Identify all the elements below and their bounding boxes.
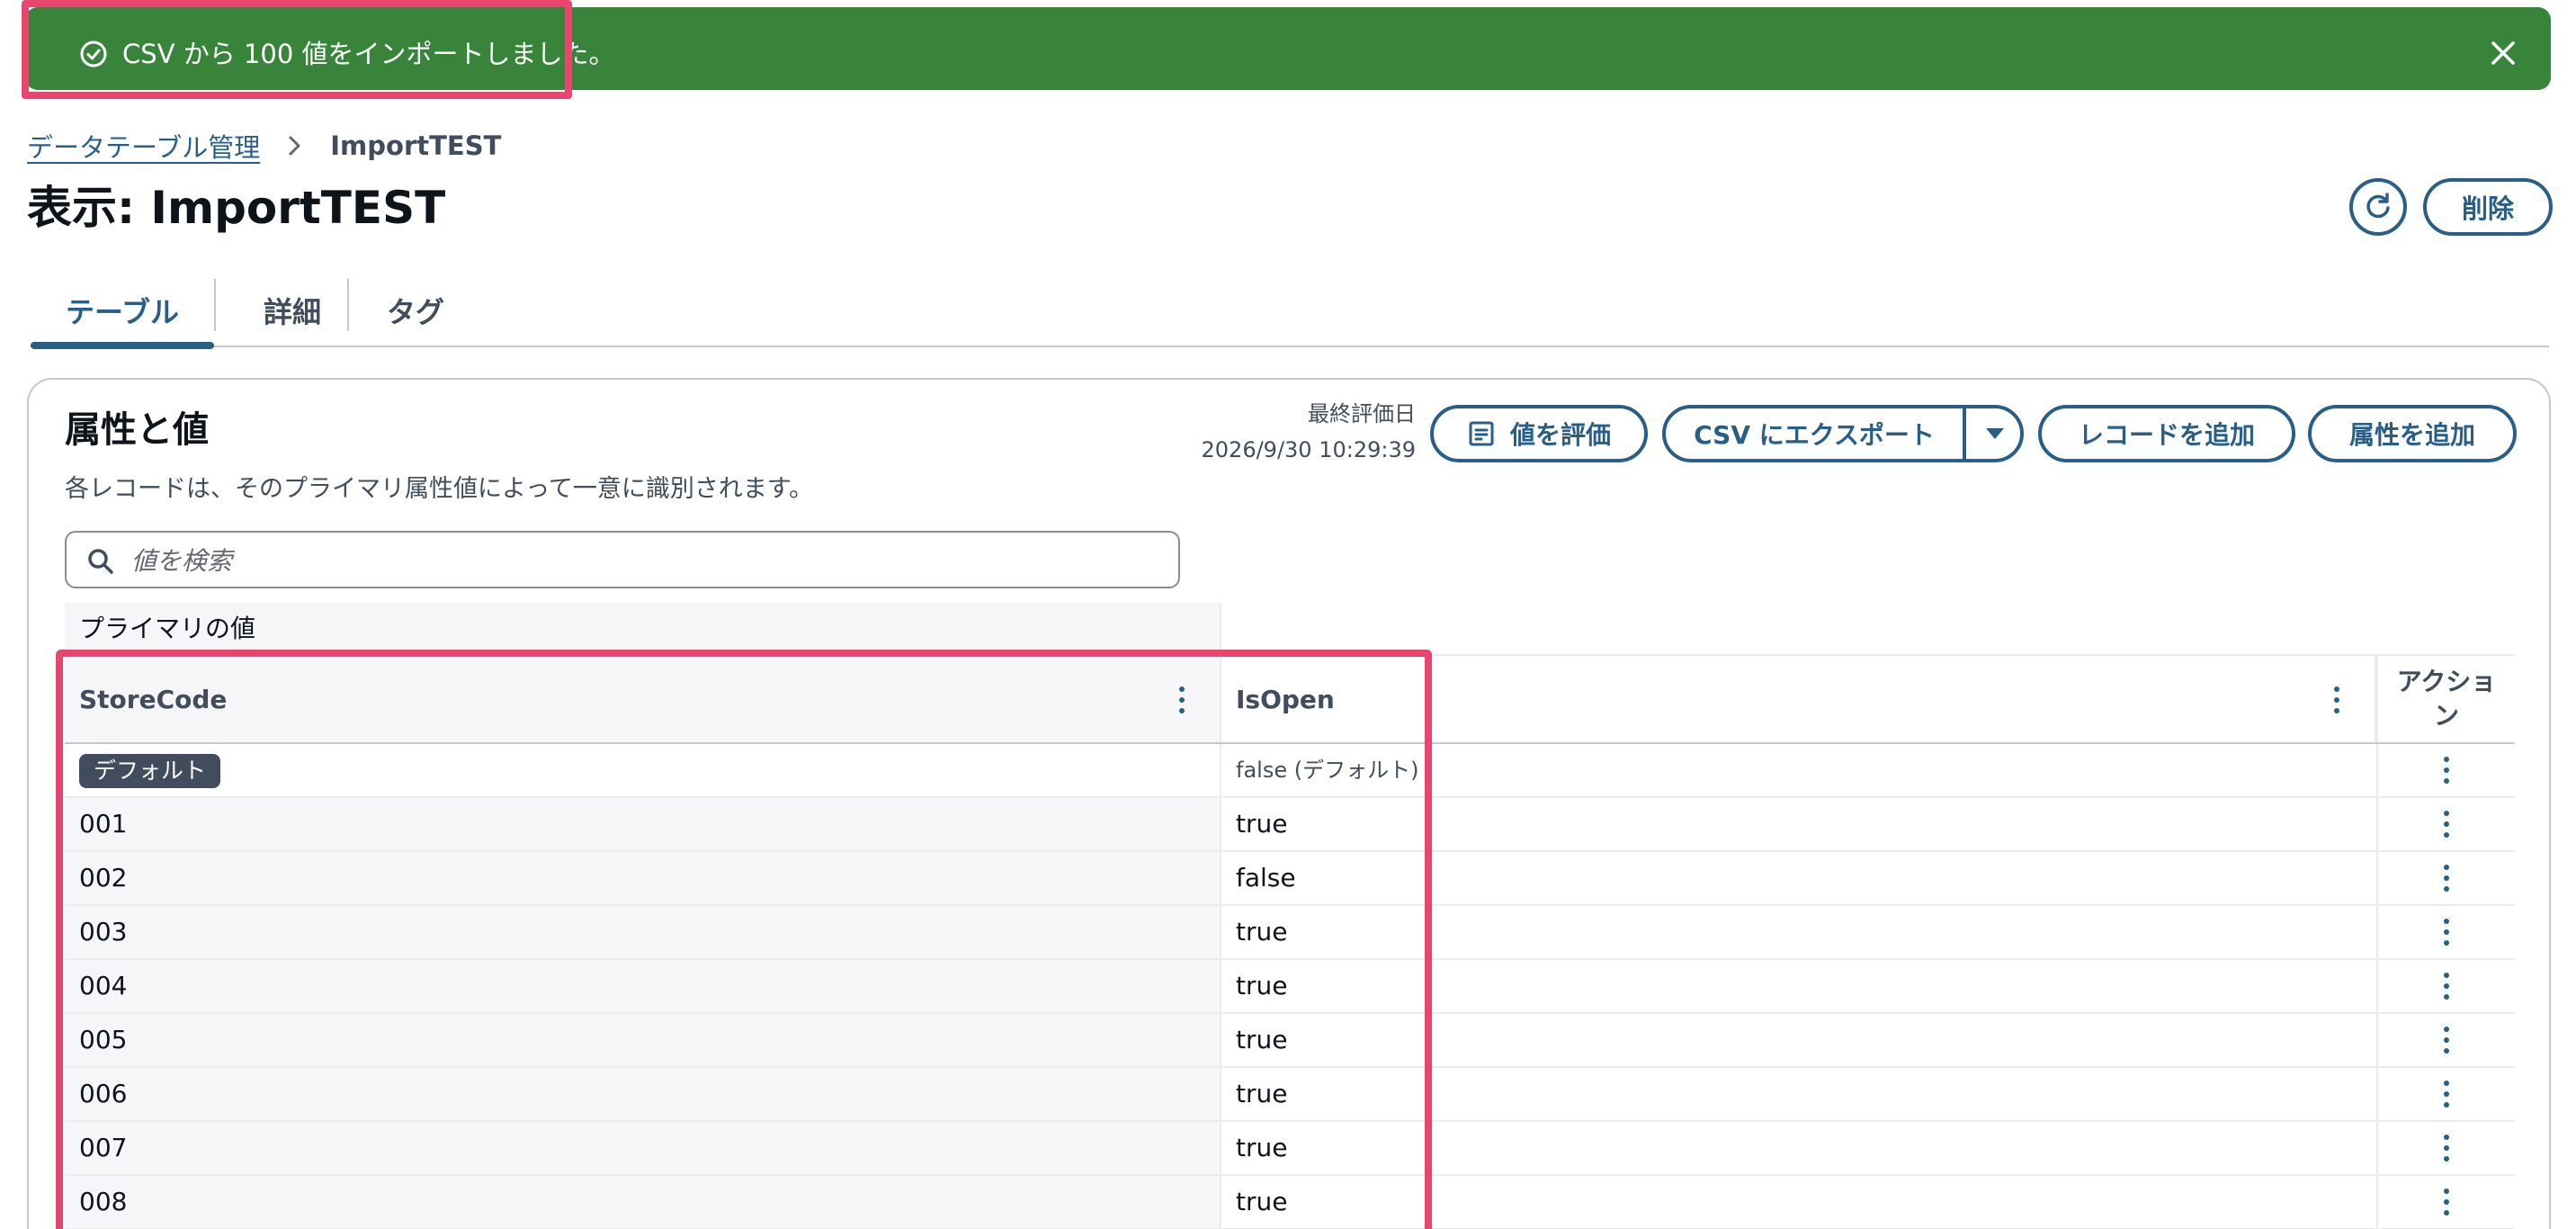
grid-line bbox=[1220, 603, 1221, 655]
cell-isopen: false bbox=[1236, 863, 1296, 893]
evaluate-values-label: 値を評価 bbox=[1509, 420, 1611, 450]
cell-isopen: false (デフォルト) bbox=[1236, 758, 1419, 783]
grid-line bbox=[1220, 1014, 1221, 1066]
page-title: 表示: ImportTEST bbox=[27, 182, 446, 234]
document-list-icon bbox=[1469, 421, 1494, 446]
default-badge: デフォルト bbox=[79, 754, 221, 788]
search-icon bbox=[88, 549, 113, 574]
cell-isopen: true bbox=[1236, 1133, 1288, 1162]
tab-table[interactable]: テーブル bbox=[31, 275, 214, 349]
grid-line bbox=[1220, 1122, 1221, 1174]
grid-line bbox=[2376, 798, 2378, 850]
section-title: 属性と値 bbox=[65, 409, 209, 451]
table-row: 003 true bbox=[65, 906, 2515, 960]
cell-storecode: デフォルト bbox=[65, 744, 1221, 796]
column-menu-icon[interactable] bbox=[1171, 682, 1193, 718]
cell-isopen: true bbox=[1236, 809, 1288, 839]
breadcrumb: データテーブル管理 ImportTEST bbox=[27, 126, 501, 166]
grid-line bbox=[2376, 960, 2378, 1012]
row-actions-icon[interactable] bbox=[2436, 1131, 2457, 1165]
grid-line bbox=[2376, 1122, 2378, 1174]
primary-values-group-header: プライマリの値 bbox=[65, 603, 1221, 655]
grid-line bbox=[1220, 744, 1221, 796]
cell-isopen: true bbox=[1236, 1025, 1288, 1054]
chevron-right-icon bbox=[289, 136, 300, 156]
grid-line bbox=[2376, 1014, 2378, 1066]
table-row: 002 false bbox=[65, 852, 2515, 906]
column-header-label: IsOpen bbox=[1236, 684, 1335, 714]
row-actions-icon[interactable] bbox=[2436, 861, 2457, 895]
row-actions-icon[interactable] bbox=[2436, 915, 2457, 949]
tab-tags[interactable]: タグ bbox=[349, 275, 482, 345]
table-row: 006 true bbox=[65, 1068, 2515, 1122]
delete-button[interactable]: 削除 bbox=[2423, 178, 2553, 236]
tab-details[interactable]: 詳細 bbox=[216, 275, 369, 345]
cell-storecode: 002 bbox=[65, 852, 1221, 904]
check-circle-icon bbox=[80, 40, 107, 67]
cell-isopen: true bbox=[1236, 917, 1288, 946]
row-actions-icon[interactable] bbox=[2436, 1023, 2457, 1057]
table-row: 001 true bbox=[65, 798, 2515, 852]
column-header-isopen: IsOpen bbox=[1221, 655, 2376, 743]
cell-isopen: true bbox=[1236, 1187, 1288, 1216]
table-row: 008 true bbox=[65, 1176, 2515, 1229]
cell-storecode: 003 bbox=[65, 906, 1221, 958]
row-actions-icon[interactable] bbox=[2436, 753, 2457, 787]
grid-line bbox=[2376, 852, 2378, 904]
close-icon[interactable] bbox=[2488, 38, 2518, 68]
breadcrumb-current: ImportTEST bbox=[330, 130, 502, 161]
grid-line bbox=[1220, 852, 1221, 904]
tab-bar: テーブル 詳細 タグ bbox=[31, 275, 2549, 349]
grid-line bbox=[2376, 744, 2378, 796]
table-row: 005 true bbox=[65, 1014, 2515, 1068]
column-header-label: アクション bbox=[2396, 667, 2497, 731]
row-actions-icon[interactable] bbox=[2436, 1077, 2457, 1111]
grid-line bbox=[1220, 1176, 1221, 1228]
table-row-default: デフォルト false (デフォルト) bbox=[65, 744, 2515, 798]
search-input[interactable] bbox=[131, 540, 1166, 581]
grid-line bbox=[2376, 906, 2378, 958]
cell-storecode: 001 bbox=[65, 798, 1221, 850]
search-box bbox=[65, 531, 1180, 588]
export-split-button: CSV にエクスポート bbox=[1662, 405, 2024, 462]
row-actions-icon[interactable] bbox=[2436, 1185, 2457, 1219]
column-header-actions: アクション bbox=[2378, 655, 2515, 743]
table-row: 004 true bbox=[65, 960, 2515, 1014]
column-header-label: StoreCode bbox=[79, 684, 228, 714]
grid-line bbox=[2376, 1176, 2378, 1228]
breadcrumb-link-data-table-management[interactable]: データテーブル管理 bbox=[27, 127, 260, 165]
export-csv-button[interactable]: CSV にエクスポート bbox=[1666, 408, 1963, 459]
last-evaluated-label: 最終評価日 bbox=[1308, 401, 1416, 426]
column-menu-icon[interactable] bbox=[2326, 682, 2348, 718]
cell-storecode: 006 bbox=[65, 1068, 1221, 1120]
table-row: 007 true bbox=[65, 1122, 2515, 1176]
section-description: 各レコードは、そのプライマリ属性値によって一意に識別されます。 bbox=[65, 475, 814, 503]
flash-message: CSV から 100 値をインポートしました。 bbox=[122, 39, 615, 69]
cell-isopen: true bbox=[1236, 971, 1288, 1000]
cell-storecode: 007 bbox=[65, 1122, 1221, 1174]
cell-storecode: 005 bbox=[65, 1014, 1221, 1066]
grid-line bbox=[1220, 1068, 1221, 1120]
last-evaluated-value: 2026/9/30 10:29:39 bbox=[1201, 437, 1416, 462]
evaluate-values-button[interactable]: 値を評価 bbox=[1430, 405, 1648, 462]
success-flash-banner: CSV から 100 値をインポートしました。 bbox=[25, 7, 2551, 90]
grid-line bbox=[1220, 798, 1221, 850]
caret-down-icon bbox=[1986, 428, 2004, 439]
add-record-button[interactable]: レコードを追加 bbox=[2038, 405, 2295, 462]
column-header-storecode: StoreCode bbox=[65, 655, 1221, 743]
cell-storecode: 008 bbox=[65, 1176, 1221, 1228]
add-attribute-button[interactable]: 属性を追加 bbox=[2308, 405, 2517, 462]
row-actions-icon[interactable] bbox=[2436, 807, 2457, 841]
cell-isopen: true bbox=[1236, 1079, 1288, 1108]
row-actions-icon[interactable] bbox=[2436, 969, 2457, 1003]
grid-line bbox=[1220, 906, 1221, 958]
refresh-button[interactable] bbox=[2349, 178, 2407, 236]
export-dropdown-button[interactable] bbox=[1966, 408, 2024, 459]
refresh-icon bbox=[2366, 193, 2390, 219]
grid-line bbox=[2376, 1068, 2378, 1120]
grid-line bbox=[1220, 960, 1221, 1012]
cell-storecode: 004 bbox=[65, 960, 1221, 1012]
